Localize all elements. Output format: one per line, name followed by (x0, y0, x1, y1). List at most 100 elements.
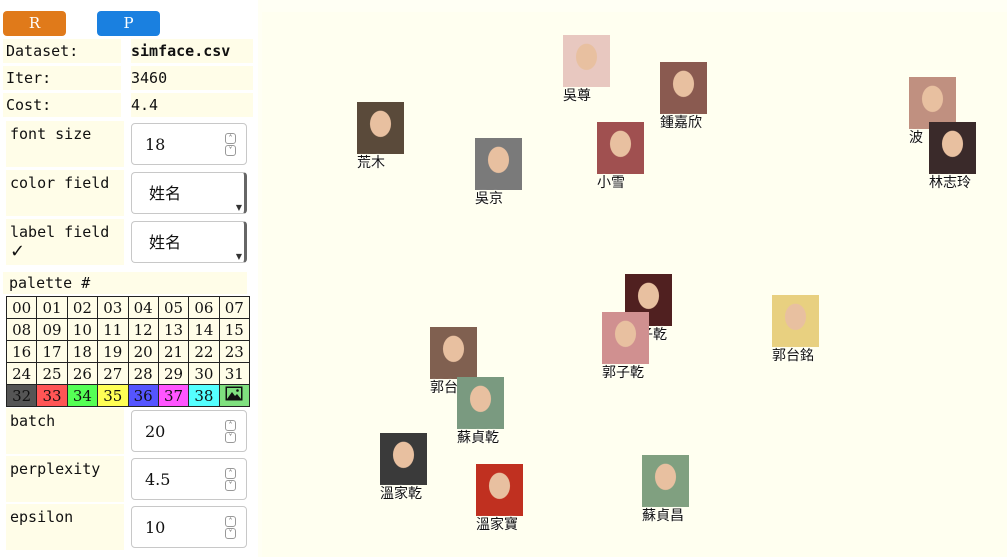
tsne-scatter-plot[interactable]: 吳尊鍾嘉欣荒木吳京小雪波林志玲郭子乾郭子乾郭台銘郭台蘇貞乾溫家乾溫家寶蘇貞昌 (262, 12, 1007, 557)
perplexity-input[interactable]: 4.5 ˄ ˅ (131, 458, 247, 500)
palette-cell[interactable]: 30 (188, 362, 220, 385)
palette-cell[interactable]: 29 (157, 362, 190, 385)
face-label: 鍾嘉欣 (660, 115, 702, 131)
palette-cell[interactable]: 26 (66, 362, 99, 385)
face-label: 波 (909, 130, 923, 146)
spin-down-icon[interactable]: ˅ (225, 432, 236, 443)
face-point[interactable]: 荒木 (357, 102, 405, 171)
palette-cell[interactable]: 04 (127, 296, 159, 319)
face-thumbnail (602, 312, 649, 364)
palette-cell[interactable]: 02 (66, 296, 99, 319)
batch-label: batch (6, 408, 124, 454)
palette-cell[interactable]: 10 (66, 318, 99, 341)
color-field-value: 姓名 (149, 184, 182, 203)
palette-cell[interactable]: 27 (97, 362, 129, 385)
label-field-label: label field ✓ (6, 219, 124, 265)
palette-cell[interactable]: 24 (5, 362, 38, 385)
epsilon-label: epsilon (6, 504, 124, 550)
palette-color-cell[interactable]: 34 (66, 384, 99, 407)
face-point[interactable]: 鍾嘉欣 (660, 62, 708, 131)
palette-cell[interactable]: 28 (127, 362, 159, 385)
face-label: 林志玲 (929, 175, 971, 191)
palette-cell[interactable]: 01 (36, 296, 68, 319)
epsilon-input[interactable]: 10 ˄ ˅ (131, 506, 247, 548)
spin-down-icon[interactable]: ˅ (225, 528, 236, 539)
spin-up-icon[interactable]: ˄ (225, 420, 236, 431)
face-point[interactable]: 郭子乾 (602, 312, 650, 381)
face-thumbnail (563, 35, 610, 87)
face-thumbnail (597, 122, 644, 174)
spin-down-icon[interactable]: ˅ (225, 480, 236, 491)
spin-down-icon[interactable]: ˅ (225, 145, 236, 156)
palette-row: 16 17 18 19 20 21 22 23 (5, 340, 251, 363)
face-label: 郭子乾 (602, 365, 644, 381)
palette-cell[interactable]: 16 (5, 340, 38, 363)
palette-cell[interactable]: 08 (5, 318, 38, 341)
spinner[interactable]: ˄ ˅ (225, 133, 236, 157)
palette-cell[interactable]: 25 (36, 362, 68, 385)
palette-cell[interactable]: 14 (188, 318, 220, 341)
palette-cell[interactable]: 19 (97, 340, 129, 363)
palette-cell[interactable]: 31 (218, 362, 251, 385)
palette-cell[interactable]: 23 (218, 340, 251, 363)
palette-cell[interactable]: 03 (97, 296, 129, 319)
face-thumbnail (642, 455, 689, 507)
palette-cell[interactable]: 07 (218, 296, 251, 319)
palette-cell[interactable]: 12 (127, 318, 159, 341)
palette-cell[interactable]: 11 (97, 318, 129, 341)
spinner[interactable]: ˄ ˅ (225, 516, 236, 540)
palette-cell[interactable]: 13 (157, 318, 190, 341)
spinner[interactable]: ˄ ˅ (225, 468, 236, 492)
palette-cell[interactable]: 05 (157, 296, 190, 319)
face-thumbnail (457, 377, 504, 429)
palette-cell[interactable]: 21 (157, 340, 190, 363)
palette-color-cell[interactable]: 35 (97, 384, 129, 407)
spin-up-icon[interactable]: ˄ (225, 468, 236, 479)
cost-row: Cost: 4.4 (3, 93, 253, 117)
color-field-select[interactable]: 姓名 ▼ (131, 172, 247, 214)
checkmark-icon[interactable]: ✓ (10, 243, 120, 261)
spin-up-icon[interactable]: ˄ (225, 133, 236, 144)
palette-color-cell[interactable]: 38 (188, 384, 220, 407)
face-point[interactable]: 蘇貞乾 (457, 377, 505, 446)
face-point[interactable]: 小雪 (597, 122, 645, 191)
palette-image-cell[interactable] (218, 384, 251, 407)
font-size-input[interactable]: 18 ˄ ˅ (131, 123, 247, 165)
palette-cell[interactable]: 22 (188, 340, 220, 363)
face-label: 吳尊 (563, 88, 591, 104)
control-panel: R P Dataset: simface.csv Iter: 3460 Cost… (0, 0, 258, 557)
image-icon (225, 386, 243, 400)
spinner[interactable]: ˄ ˅ (225, 420, 236, 444)
batch-input[interactable]: 20 ˄ ˅ (131, 410, 247, 452)
face-point[interactable]: 郭台 (430, 327, 478, 396)
p-button[interactable]: P (97, 11, 160, 36)
face-thumbnail (929, 122, 976, 174)
palette-cell[interactable]: 20 (127, 340, 159, 363)
palette-cell[interactable]: 00 (5, 296, 38, 319)
label-field-select[interactable]: 姓名 ▼ (131, 221, 247, 263)
face-point[interactable]: 吳尊 (563, 35, 611, 104)
palette-color-cell[interactable]: 37 (157, 384, 190, 407)
palette-color-cell[interactable]: 33 (36, 384, 68, 407)
face-label: 荒木 (357, 155, 385, 171)
face-point[interactable]: 蘇貞昌 (642, 455, 690, 524)
face-point[interactable]: 溫家乾 (380, 433, 428, 502)
face-thumbnail (772, 295, 819, 347)
spin-up-icon[interactable]: ˄ (225, 516, 236, 527)
palette-cell[interactable]: 06 (188, 296, 220, 319)
r-button[interactable]: R (3, 11, 66, 36)
palette-row: 00 01 02 03 04 05 06 07 (5, 296, 251, 319)
palette-cell[interactable]: 09 (36, 318, 68, 341)
face-point[interactable]: 郭台銘 (772, 295, 820, 364)
font-size-value: 18 (145, 135, 166, 154)
palette-color-cell[interactable]: 32 (5, 384, 38, 407)
face-point[interactable]: 吳京 (475, 138, 523, 207)
palette-cell[interactable]: 17 (36, 340, 68, 363)
face-point[interactable]: 林志玲 (929, 122, 977, 191)
palette-cell[interactable]: 18 (66, 340, 99, 363)
face-point[interactable]: 溫家寶 (476, 464, 524, 533)
palette-color-cell[interactable]: 36 (127, 384, 159, 407)
face-label: 吳京 (475, 191, 503, 207)
palette-cell[interactable]: 15 (218, 318, 251, 341)
face-thumbnail (357, 102, 404, 154)
